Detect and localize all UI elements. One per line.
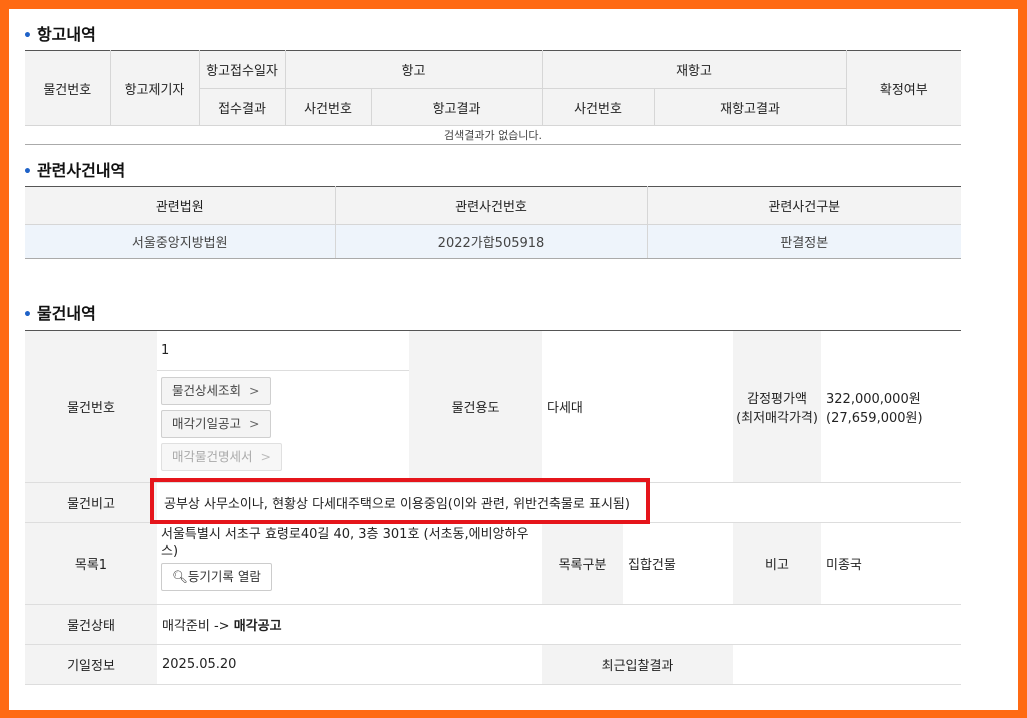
col-reappeal-result: 재항고결과 [653,88,847,126]
appeal-section-title: • 항고내역 [23,25,96,44]
label-list1: 목록1 [25,522,157,605]
usage-value: 다세대 [542,330,734,483]
item-detail-button[interactable]: 물건상세조회 > [161,377,271,405]
col-related-case-no: 관련사건번호 [334,186,648,225]
sale-notice-button[interactable]: 매각기일공고 > [161,410,271,438]
label-note: 물건비고 [25,482,157,523]
col-appeal: 항고 [284,50,543,89]
label-list-type: 목록구분 [542,522,623,605]
search-icon: 🔍︎ [172,569,188,584]
appeal-table: 물건번호 항고제기자 항고접수일자 항고 재항고 확정여부 접수결과 사건번호 … [25,50,962,145]
min-price-value: (27,659,000원) [826,410,923,426]
table-row: 서울중앙지방법원 2022가합505918 판결정본 [25,224,961,259]
bullet-icon: • [23,164,32,180]
col-reappeal: 재항고 [541,50,847,89]
col-related-type: 관련사건구분 [646,186,961,225]
col-confirmed: 확정여부 [845,50,962,126]
col-received-result: 접수결과 [199,88,286,126]
label-status: 물건상태 [25,604,157,645]
remark-value: 미종국 [821,522,962,605]
appraisal-value: 322,000,000원 [826,391,921,407]
bullet-icon: • [23,307,32,323]
date-info-value: 2025.05.20 [157,644,542,685]
related-section-title: • 관련사건내역 [23,161,126,180]
item-section-title: • 물건내역 [23,304,96,323]
address-line1: 서울특별시 서초구 효령로40길 40, 3층 301호 (서초동,에비앙하우 [161,527,529,542]
related-case-no: 2022가합505918 [334,224,648,259]
col-received-date: 항고접수일자 [198,50,286,89]
col-item-no: 물건번호 [25,50,111,126]
col-re-case-no: 사건번호 [541,88,655,126]
label-recent-bid: 최근입찰결과 [542,644,734,685]
empty-message: 검색결과가 없습니다. [25,125,962,145]
address-line2: 스) [161,544,179,559]
chevron-right-icon: > [249,416,260,431]
item-spec-button[interactable]: 매각물건명세서 > [161,443,282,471]
list-type-value: 집합건물 [623,522,734,605]
chevron-right-icon: > [249,383,260,398]
label-date-info: 기일정보 [25,644,157,685]
col-appeal-result: 항고결과 [370,88,543,126]
bullet-icon: • [23,28,32,44]
col-appellant: 항고제기자 [109,50,200,126]
appraisal-value-cell: 322,000,000원 (27,659,000원) [821,330,962,483]
col-case-no: 사건번호 [284,88,372,126]
recent-bid-value [733,644,962,685]
related-table: 관련법원 관련사건번호 관련사건구분 서울중앙지방법원 2022가합505918… [25,186,961,259]
chevron-right-icon: > [260,449,271,464]
label-usage: 물건용도 [409,330,542,483]
highlight-box [150,478,650,524]
col-related-court: 관련법원 [25,186,336,225]
related-court: 서울중앙지방법원 [25,224,336,259]
label-appraisal: 감정평가액 (최저매각가격) [733,330,822,483]
label-item-no: 물건번호 [25,330,157,483]
label-remark: 비고 [733,522,822,605]
status-value: 매각준비 -> 매각공고 [157,604,962,645]
address-cell: 서울특별시 서초구 효령로40길 40, 3층 301호 (서초동,에비앙하우 … [157,522,542,605]
registry-view-button[interactable]: 🔍︎등기기록 열람 [161,563,272,591]
item-no-value: 1 [157,331,409,371]
item-no-cell: 1 물건상세조회 > 매각기일공고 > 매각물건명세서 > [157,330,409,483]
related-type: 판결정본 [646,224,961,259]
